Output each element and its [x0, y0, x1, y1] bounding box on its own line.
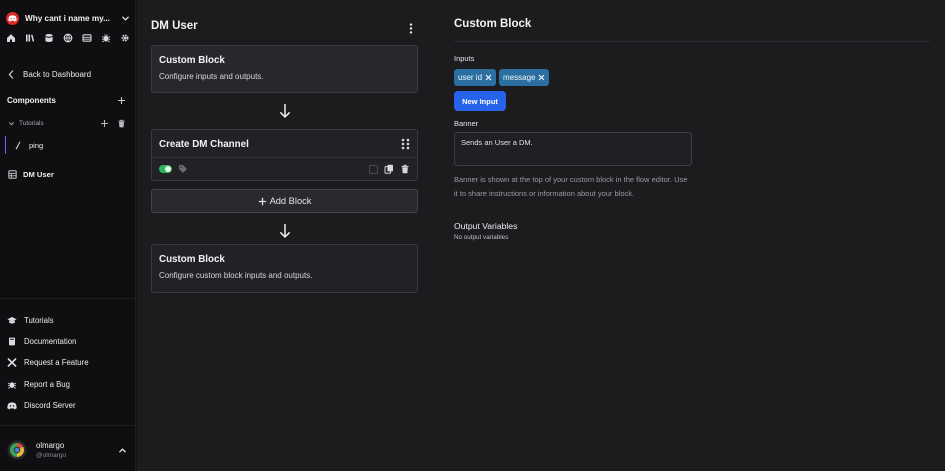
tag-icon[interactable]	[178, 164, 188, 174]
home-icon[interactable]	[6, 33, 16, 43]
block-subtitle: Configure inputs and outputs.	[159, 72, 264, 81]
arrow-down-icon	[279, 223, 291, 239]
sidebar-item-ping[interactable]: ping	[5, 136, 131, 154]
discord-server-logo	[6, 11, 19, 25]
back-to-dashboard-link[interactable]: Back to Dashboard	[8, 68, 91, 80]
divider	[454, 41, 930, 42]
grid-icon	[8, 169, 17, 179]
banner-textarea[interactable]: Sends an User a DM.	[454, 132, 692, 166]
discord-icon	[7, 401, 17, 410]
input-chip-label: message	[503, 73, 536, 82]
gear-icon[interactable]	[120, 33, 130, 43]
add-to-folder-icon[interactable]	[100, 119, 109, 128]
sidebar: Why cant i name my... Back to Dashboard …	[0, 0, 136, 471]
create-dm-channel-block[interactable]: Create DM Channel	[151, 129, 418, 181]
server-name: Why cant i name my...	[25, 13, 110, 23]
remove-icon[interactable]	[485, 74, 492, 81]
add-component-icon[interactable]	[117, 96, 126, 105]
sidebar-item-dm-user[interactable]: DM User	[8, 168, 54, 180]
enabled-toggle[interactable]	[159, 165, 172, 173]
discord-server-link[interactable]: Discord Server	[7, 400, 89, 412]
trash-icon[interactable]	[117, 119, 126, 128]
add-block-label: Add Block	[269, 196, 312, 206]
avatar	[7, 440, 27, 460]
folder-tutorials[interactable]: Tutorials	[8, 118, 126, 129]
bug-icon	[7, 380, 17, 389]
banner-help-text: Banner is shown at the top of your custo…	[454, 175, 688, 198]
custom-block-input-card[interactable]: Custom Block Configure inputs and output…	[151, 45, 418, 93]
help-links: Tutorials Documentation Request a Featur…	[7, 314, 89, 421]
block-title: Create DM Channel	[159, 139, 249, 150]
user-handle: @olmargo	[36, 452, 67, 459]
block-toolbar	[152, 158, 417, 180]
user-menu[interactable]: olmargo @olmargo	[7, 438, 127, 462]
chevron-left-icon	[8, 69, 14, 79]
book-icon	[7, 337, 17, 346]
chevron-down-icon	[121, 14, 130, 23]
input-chip[interactable]: message	[499, 69, 550, 86]
chevron-down-icon	[8, 120, 15, 127]
folder-label: Tutorials	[19, 120, 44, 127]
table-icon[interactable]	[82, 33, 92, 43]
tools-icon	[7, 358, 17, 368]
banner-label: Banner	[454, 119, 479, 128]
discord-server-label: Discord Server	[24, 401, 76, 411]
report-bug-label: Report a Bug	[24, 379, 70, 389]
block-title: Custom Block	[159, 254, 225, 265]
add-block-button[interactable]: Add Block	[151, 189, 418, 213]
database-icon[interactable]	[44, 33, 54, 43]
request-feature-label: Request a Feature	[24, 358, 89, 368]
new-input-button[interactable]: New Input	[454, 91, 506, 111]
server-switcher[interactable]: Why cant i name my...	[6, 9, 130, 27]
input-chip-label: user id	[458, 73, 483, 82]
documentation-link[interactable]: Documentation	[7, 335, 89, 347]
divider	[0, 425, 136, 426]
user-name: olmargo	[36, 441, 65, 450]
output-variables-title: Output Variables	[454, 221, 518, 231]
user-info: olmargo @olmargo	[36, 441, 118, 459]
block-header: Create DM Channel	[152, 130, 417, 158]
library-icon[interactable]	[25, 33, 35, 43]
arrow-down-icon	[279, 103, 291, 119]
page-title: DM User	[151, 20, 198, 32]
globe-icon[interactable]	[63, 33, 73, 43]
documentation-label: Documentation	[24, 336, 77, 346]
slash-icon	[15, 141, 21, 150]
output-variables-empty: No output variables	[454, 234, 509, 241]
main-area: DM User Custom Block Configure inputs an…	[137, 0, 945, 471]
back-label: Back to Dashboard	[23, 69, 92, 79]
sidebar-item-label: DM User	[23, 169, 54, 179]
copy-icon[interactable]	[384, 164, 394, 174]
components-header: Components	[7, 94, 126, 106]
custom-block-output-card[interactable]: Custom Block Configure custom block inpu…	[151, 244, 418, 293]
input-chip[interactable]: user id	[454, 69, 497, 86]
request-feature-link[interactable]: Request a Feature	[7, 357, 89, 369]
panel-title: Custom Block	[454, 18, 532, 30]
tutorials-link[interactable]: Tutorials	[7, 314, 89, 326]
bug-icon[interactable]	[101, 33, 111, 43]
drag-handle-icon[interactable]	[401, 138, 410, 150]
trash-icon[interactable]	[400, 164, 410, 174]
inputs-list: user id message	[454, 69, 550, 86]
more-options-icon[interactable]	[406, 22, 416, 34]
inputs-label: Inputs	[454, 54, 475, 63]
block-subtitle: Configure custom block inputs and output…	[159, 271, 313, 280]
tutorials-label: Tutorials	[24, 315, 54, 325]
graduation-cap-icon	[7, 316, 17, 325]
divider	[0, 298, 136, 299]
report-bug-link[interactable]: Report a Bug	[7, 378, 89, 390]
sidebar-item-label: ping	[29, 140, 44, 150]
block-title: Custom Block	[159, 55, 225, 66]
plus-icon	[258, 197, 267, 206]
components-label: Components	[7, 95, 56, 105]
quick-nav	[6, 32, 130, 44]
remove-icon[interactable]	[538, 74, 545, 81]
select-checkbox[interactable]	[369, 164, 378, 174]
chevron-up-icon[interactable]	[118, 446, 127, 455]
